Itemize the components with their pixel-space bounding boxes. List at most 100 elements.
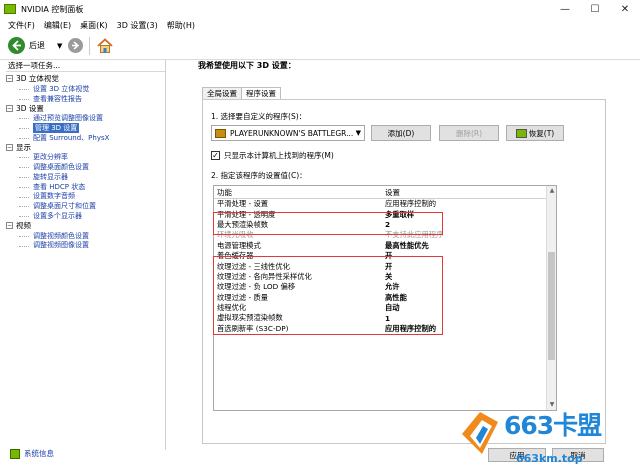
task-video-color[interactable]: 调整视频颜色设置: [6, 231, 165, 241]
row-feature: 首选刷新率 (S3C-DP): [217, 323, 289, 333]
game-icon: [215, 128, 226, 138]
menu-desktop[interactable]: 桌面(K): [80, 20, 108, 31]
settings-row[interactable]: 平滑处理 - 透明度 多重取样: [214, 209, 556, 219]
task-preview-adjust[interactable]: 通过预览调整图像设置: [6, 113, 165, 123]
column-setting: 设置: [385, 187, 400, 197]
settings-grid: 功能 设置 平滑处理 - 设置 应用程序控制的 平滑处理 - 透明度 多重取样 最大预渲…: [213, 185, 557, 411]
task-video-image[interactable]: 调整视频图像设置: [6, 241, 165, 251]
collapse-icon[interactable]: −: [6, 222, 13, 230]
back-button[interactable]: 后退: [29, 40, 45, 51]
close-button[interactable]: ✕: [610, 0, 640, 18]
settings-row[interactable]: 线程优化 自动: [214, 303, 556, 313]
maximize-button[interactable]: ☐: [580, 0, 610, 18]
tree-category-video[interactable]: − 视频: [6, 221, 165, 231]
forward-icon[interactable]: [68, 38, 84, 53]
settings-row[interactable]: 纹理过滤 - 负 LOD 偏移 允许: [214, 282, 556, 292]
collapse-icon[interactable]: −: [6, 104, 13, 112]
task-label: 设置 3D 立体视觉: [33, 84, 90, 93]
chevron-down-icon[interactable]: ▼: [356, 129, 361, 137]
row-feature: 纹理过滤 - 各向异性采样优化: [217, 271, 312, 281]
settings-row[interactable]: 电源管理模式 最高性能优先: [214, 241, 556, 251]
menu-3d-settings[interactable]: 3D 设置(3): [117, 20, 158, 31]
column-feature: 功能: [217, 187, 232, 197]
menu-bar: 文件(F) 编辑(E) 桌面(K) 3D 设置(3) 帮助(H): [0, 18, 640, 32]
row-feature: 平滑处理 - 设置: [217, 199, 269, 209]
task-desktop-size[interactable]: 调整桌面尺寸和位置: [6, 201, 165, 211]
page-heading: 我希望使用以下 3D 设置：: [198, 61, 296, 70]
step2-label: 2. 指定该程序的设置值(C)：: [211, 171, 307, 180]
menu-file[interactable]: 文件(F): [8, 20, 35, 31]
settings-row[interactable]: 首选刷新率 (S3C-DP) 应用程序控制的: [214, 324, 556, 334]
settings-row[interactable]: 纹理过滤 - 三线性优化 开: [214, 261, 556, 271]
task-label: 调整桌面尺寸和位置: [33, 202, 96, 211]
scroll-up-icon[interactable]: ▲: [547, 186, 556, 196]
settings-row[interactable]: 虚拟现实预渲染帧数 1: [214, 313, 556, 323]
grid-scrollbar[interactable]: ▲ ▼: [546, 186, 556, 410]
row-setting: 2: [385, 220, 391, 230]
checkbox-label: 只显示本计算机上找到的程序(M): [224, 151, 334, 160]
task-label: 调整视频图像设置: [33, 241, 89, 250]
task-manage-3d-settings[interactable]: 管理 3D 设置: [6, 122, 165, 133]
show-only-found-checkbox[interactable]: ✓ 只显示本计算机上找到的程序(M): [211, 150, 334, 161]
row-feature: 着色缓存器: [217, 251, 254, 261]
settings-row[interactable]: 最大预渲染帧数 2: [214, 220, 556, 230]
task-rotate-display[interactable]: 旋转显示器: [6, 172, 165, 182]
settings-row[interactable]: 平滑处理 - 设置 应用程序控制的: [214, 199, 556, 209]
menu-help[interactable]: 帮助(H): [167, 20, 195, 31]
row-feature: 纹理过滤 - 负 LOD 偏移: [217, 282, 296, 292]
minimize-button[interactable]: —: [550, 0, 580, 18]
remove-program-button[interactable]: 删除(R): [439, 125, 499, 141]
program-select[interactable]: PLAYERUNKNOWN'S BATTLEGR... ▼: [211, 125, 365, 141]
row-setting: 1: [385, 313, 391, 323]
row-setting: 应用程序控制的: [385, 323, 437, 333]
system-info-link[interactable]: 系统信息: [10, 448, 54, 459]
task-configure-surround-physx[interactable]: 配置 Surround、PhysX: [6, 133, 165, 143]
task-change-resolution[interactable]: 更改分辨率: [6, 152, 165, 162]
category-label: 显示: [16, 142, 31, 152]
settings-row[interactable]: 着色缓存器 开: [214, 251, 556, 261]
restore-button[interactable]: 恢复(T): [506, 125, 564, 141]
window-title: NVIDIA 控制面板: [21, 4, 84, 14]
row-feature: 平滑处理 - 透明度: [217, 209, 276, 219]
settings-row[interactable]: 纹理过滤 - 各向异性采样优化 关: [214, 272, 556, 282]
chevron-down-icon[interactable]: ▼: [57, 42, 62, 50]
row-feature: 线程优化: [217, 303, 247, 313]
settings-row[interactable]: 纹理过滤 - 质量 高性能: [214, 293, 556, 303]
menu-edit[interactable]: 编辑(E): [44, 20, 71, 31]
task-multi-display[interactable]: 设置多个显示器: [6, 211, 165, 221]
task-label: 通过预览调整图像设置: [33, 114, 103, 123]
row-setting: 最高性能优先: [385, 240, 429, 250]
toolbar: 后退 ▼: [0, 32, 640, 60]
collapse-icon[interactable]: −: [6, 75, 13, 83]
task-compat-report[interactable]: 查看兼容性报告: [6, 94, 165, 104]
row-feature: 纹理过滤 - 质量: [217, 292, 269, 302]
nvidia-icon: [515, 128, 527, 138]
watermark-logo-icon: [462, 412, 498, 454]
collapse-icon[interactable]: −: [6, 143, 13, 151]
tree-category-3d-settings[interactable]: −3D 设置: [6, 103, 165, 113]
row-setting: 多重取样: [385, 209, 415, 219]
category-label: 视频: [16, 221, 31, 231]
task-desktop-color[interactable]: 调整桌面颜色设置: [6, 162, 165, 172]
tree-category-display[interactable]: − 显示: [6, 143, 165, 153]
watermark-text: 663卡盟: [504, 411, 602, 440]
program-settings-panel: 1. 选择要自定义的程序(S)： PLAYERUNKNOWN'S BATTLEG…: [202, 99, 606, 444]
task-hdcp-status[interactable]: 查看 HDCP 状态: [6, 182, 165, 192]
task-label: 旋转显示器: [33, 172, 68, 181]
checkbox-checked-icon[interactable]: ✓: [211, 151, 220, 160]
task-label: 查看 HDCP 状态: [33, 182, 86, 191]
back-icon[interactable]: [8, 37, 25, 54]
scroll-thumb[interactable]: [548, 252, 555, 360]
window-controls: — ☐ ✕: [550, 0, 640, 18]
home-icon[interactable]: [96, 37, 114, 55]
add-program-button[interactable]: 添加(D): [371, 125, 431, 141]
settings-row[interactable]: 环境光吸收 不支持此应用程序: [214, 230, 556, 240]
sidebar-header: 选择一项任务...: [6, 60, 165, 72]
remove-button-label: 删除(R): [455, 128, 483, 138]
tree-category-3d-stereo[interactable]: −3D 立体视觉: [6, 74, 165, 84]
task-digital-audio[interactable]: 设置数字音频: [6, 192, 165, 202]
row-setting: 开: [385, 251, 393, 261]
task-label: 更改分辨率: [33, 153, 68, 162]
task-setup-stereo[interactable]: 设置 3D 立体视觉: [6, 84, 165, 94]
row-feature: 虚拟现实预渲染帧数: [217, 313, 283, 323]
